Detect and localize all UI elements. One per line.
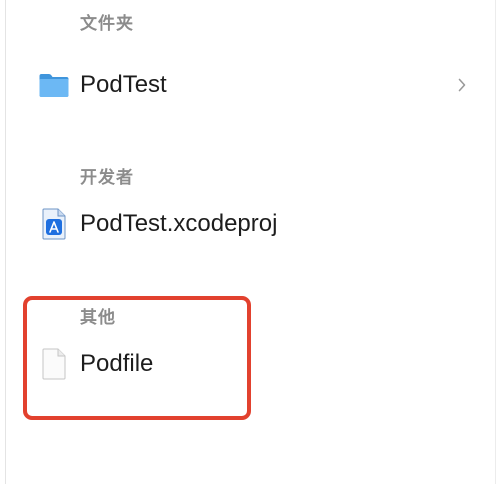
finder-column-pane: 文件夹 PodTest 开发者 PodTest.xcodeproj 其他 Pod… (0, 0, 496, 484)
column-divider (5, 0, 6, 484)
item-label: PodTest.xcodeproj (80, 210, 278, 237)
chevron-right-icon (454, 73, 470, 97)
section-header-folders: 文件夹 (80, 14, 134, 34)
section-header-developer: 开发者 (80, 168, 134, 188)
list-item-podtest-folder[interactable]: PodTest (30, 63, 470, 107)
list-item-xcodeproj[interactable]: PodTest.xcodeproj (30, 202, 470, 246)
folder-icon (36, 68, 72, 102)
xcode-project-icon (36, 207, 72, 241)
item-label: PodTest (80, 71, 167, 98)
highlight-annotation-box (23, 296, 251, 420)
